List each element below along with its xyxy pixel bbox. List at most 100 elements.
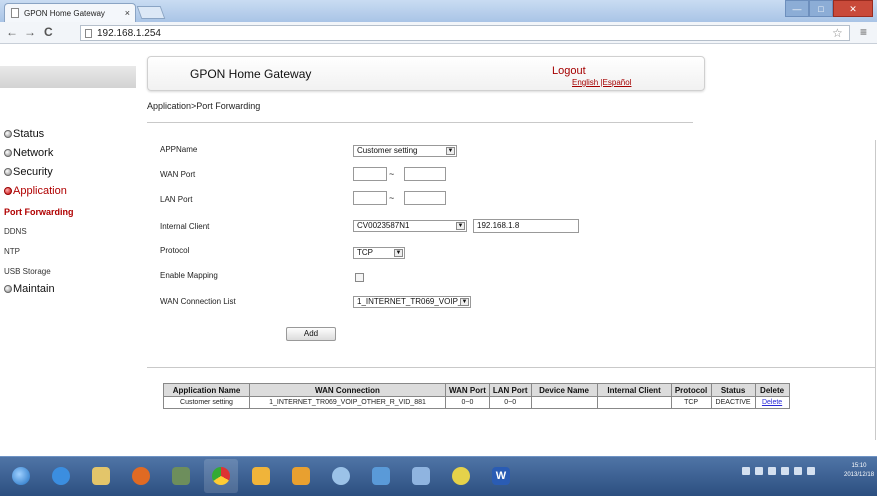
close-tab-icon[interactable]: × <box>125 8 130 18</box>
divider <box>147 367 875 368</box>
close-window-icon[interactable]: ✕ <box>833 0 873 17</box>
tray-icon[interactable] <box>742 467 750 475</box>
appname-select[interactable]: Customer setting ▼ <box>353 145 457 157</box>
protocol-label: Protocol <box>160 246 190 255</box>
protocol-value: TCP <box>357 248 373 257</box>
system-tray <box>742 467 815 475</box>
taskbar-word[interactable]: W <box>484 459 518 493</box>
column-header: WAN Port <box>445 383 490 397</box>
sidebar-item-usb-storage[interactable]: USB Storage <box>4 267 51 276</box>
chrome-menu-icon[interactable]: ≡ <box>860 25 867 39</box>
taskbar-chrome[interactable] <box>204 459 238 493</box>
sidebar-item-label: Network <box>13 147 54 159</box>
new-tab-button[interactable] <box>136 6 166 19</box>
wan-port-start-input[interactable] <box>353 167 387 181</box>
tray-icon[interactable] <box>794 467 802 475</box>
cell-internal-client <box>596 396 672 409</box>
start-button[interactable] <box>4 459 38 493</box>
minimize-icon[interactable]: — <box>785 0 809 17</box>
bullet-icon <box>4 149 12 157</box>
bullet-icon <box>4 285 12 293</box>
firefox-icon <box>132 467 150 485</box>
browser-tab[interactable]: GPON Home Gateway × <box>4 3 136 22</box>
folder-icon <box>92 467 110 485</box>
column-header: Internal Client <box>596 383 672 397</box>
sidebar-item-ntp[interactable]: NTP <box>4 247 20 256</box>
sidebar-item-security[interactable]: Security <box>4 166 53 178</box>
divider <box>875 140 876 440</box>
delete-link[interactable]: Delete <box>754 396 790 409</box>
enable-mapping-checkbox[interactable] <box>355 273 364 282</box>
taskbar-app[interactable] <box>444 459 478 493</box>
sidebar-item-maintain[interactable]: Maintain <box>4 283 55 295</box>
app-icon <box>172 467 190 485</box>
chevron-down-icon: ▼ <box>460 298 469 306</box>
tray-icon[interactable] <box>768 467 776 475</box>
taskbar-app[interactable] <box>164 459 198 493</box>
sidebar-item-application[interactable]: Application <box>4 185 67 197</box>
gateway-header: GPON Home Gateway Logout English |Españo… <box>147 56 705 91</box>
taskbar-office[interactable] <box>284 459 318 493</box>
address-bar[interactable]: 192.168.1.254 <box>80 25 850 41</box>
forward-icon[interactable]: → <box>24 25 36 39</box>
column-header: WAN Connection <box>249 383 446 397</box>
internal-client-select[interactable]: CV0023587N1 ▼ <box>353 220 467 232</box>
people-icon <box>372 467 390 485</box>
url-text[interactable]: 192.168.1.254 <box>97 28 161 39</box>
protocol-select[interactable]: TCP ▼ <box>353 247 405 259</box>
sidebar-item-network[interactable]: Network <box>4 147 53 159</box>
appname-label: APPName <box>160 145 198 154</box>
lan-port-start-input[interactable] <box>353 191 387 205</box>
breadcrumb: Application>Port Forwarding <box>147 101 261 111</box>
chevron-down-icon: ▼ <box>456 222 465 230</box>
chevron-down-icon: ▼ <box>394 249 403 257</box>
taskbar-people[interactable] <box>364 459 398 493</box>
lan-port-end-input[interactable] <box>404 191 446 205</box>
taskbar-explorer[interactable] <box>84 459 118 493</box>
internal-client-ip-input[interactable]: 192.168.1.8 <box>473 219 579 233</box>
back-icon[interactable]: ← <box>6 25 18 39</box>
wan-connection-list-label: WAN Connection List <box>160 297 236 306</box>
cell-status: DEACTIVE <box>710 396 756 409</box>
paint-icon <box>252 467 270 485</box>
clock[interactable]: 15:10 2013/12/18 <box>844 462 874 480</box>
range-separator: ~ <box>389 169 395 179</box>
taskbar-firefox[interactable] <box>124 459 158 493</box>
window-controls: — □ ✕ <box>785 0 873 17</box>
wan-connection-value: 1_INTERNET_TR069_VOIP_C <box>357 297 469 306</box>
table-header-row: Application Name WAN Connection WAN Port… <box>163 383 790 397</box>
page-icon <box>85 28 92 38</box>
appname-value: Customer setting <box>357 146 418 155</box>
maximize-icon[interactable]: □ <box>809 0 833 17</box>
reload-icon[interactable]: C <box>44 25 53 39</box>
column-header: Delete <box>754 383 790 397</box>
sidebar-item-status[interactable]: Status <box>4 128 44 140</box>
browser-titlebar: GPON Home Gateway × — □ ✕ <box>0 0 877 22</box>
tray-icon[interactable] <box>781 467 789 475</box>
bookmark-star-icon[interactable]: ☆ <box>832 26 843 40</box>
sidebar-item-label: Maintain <box>13 283 55 295</box>
bullet-icon <box>4 187 12 195</box>
add-button[interactable]: Add <box>286 327 336 341</box>
language-switch-link[interactable]: English |Español <box>572 78 631 87</box>
cell-device-name <box>530 396 598 409</box>
bullet-icon <box>4 130 12 138</box>
taskbar-ie[interactable] <box>44 459 78 493</box>
sidebar-item-ddns[interactable]: DDNS <box>4 227 27 236</box>
column-header: Device Name <box>530 383 598 397</box>
column-header: LAN Port <box>488 383 532 397</box>
taskbar-app[interactable] <box>324 459 358 493</box>
volume-icon[interactable] <box>807 467 815 475</box>
wan-port-end-input[interactable] <box>404 167 446 181</box>
sidebar-item-port-forwarding[interactable]: Port Forwarding <box>4 207 74 217</box>
column-header: Status <box>710 383 756 397</box>
internal-client-value: CV0023587N1 <box>357 221 410 230</box>
cell-wan-connection: 1_INTERNET_TR069_VOIP_OTHER_R_VID_881 <box>249 396 446 409</box>
logout-link[interactable]: Logout <box>552 65 586 77</box>
taskbar-paint[interactable] <box>244 459 278 493</box>
port-forwarding-table: Application Name WAN Connection WAN Port… <box>163 383 790 409</box>
taskbar-app[interactable] <box>404 459 438 493</box>
tray-icon[interactable] <box>755 467 763 475</box>
wan-connection-select[interactable]: 1_INTERNET_TR069_VOIP_C ▼ <box>353 296 471 308</box>
office-icon <box>292 467 310 485</box>
